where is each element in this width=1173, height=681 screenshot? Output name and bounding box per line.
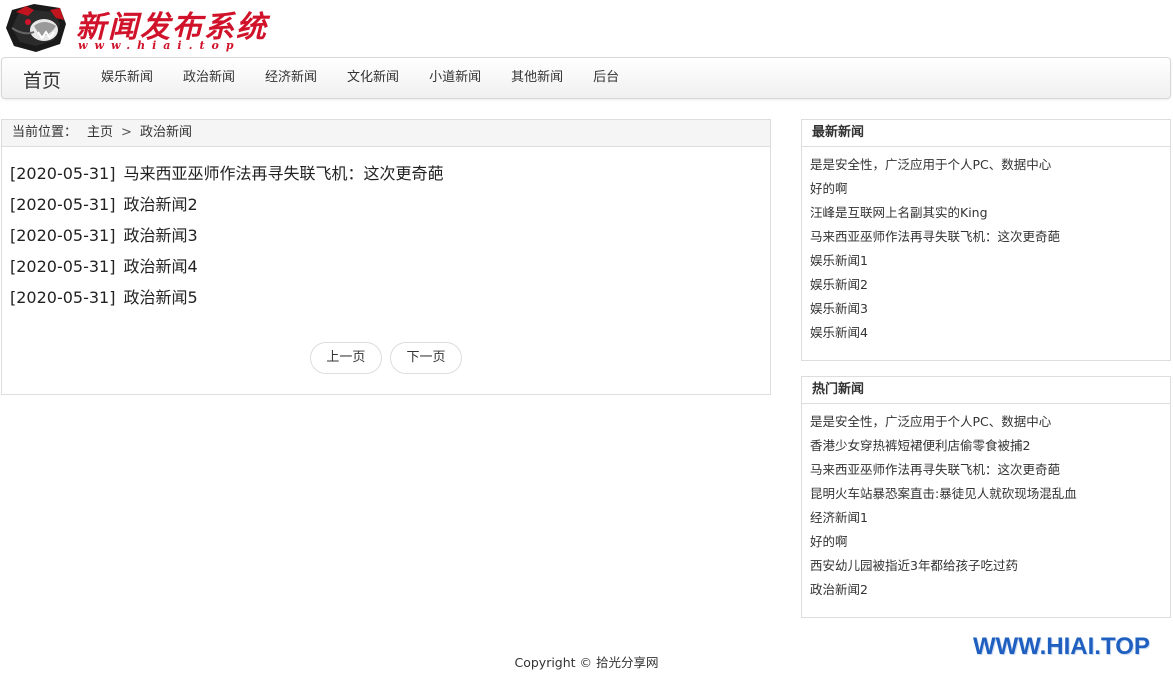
nav-item-culture[interactable]: 文化新闻 bbox=[332, 58, 414, 98]
latest-news-link[interactable]: 娱乐新闻1 bbox=[810, 249, 1170, 273]
nav-home-link[interactable]: 首页 bbox=[23, 66, 61, 93]
breadcrumb-prefix: 当前位置： bbox=[12, 125, 78, 140]
breadcrumb-home-link[interactable]: 主页 bbox=[87, 125, 113, 140]
hot-news-link[interactable]: 马来西亚巫师作法再寻失联飞机：这次更奇葩 bbox=[810, 458, 1170, 482]
latest-news-link[interactable]: 娱乐新闻4 bbox=[810, 321, 1170, 345]
news-date: [2020-05-31] bbox=[10, 195, 116, 214]
site-url: www.hiai.top bbox=[78, 39, 241, 52]
news-date: [2020-05-31] bbox=[10, 288, 116, 307]
latest-news-link[interactable]: 好的啊 bbox=[810, 177, 1170, 201]
news-item[interactable]: [2020-05-31] 政治新闻3 bbox=[10, 220, 770, 251]
prev-page-button[interactable]: 上一页 bbox=[309, 342, 382, 374]
latest-news-link[interactable]: 是是安全性，广泛应用于个人PC、数据中心 bbox=[810, 153, 1170, 177]
hot-news-list: 是是安全性，广泛应用于个人PC、数据中心 香港少女穿热裤短裙便利店偷零食被捕2 … bbox=[802, 404, 1170, 602]
news-item[interactable]: [2020-05-31] 政治新闻4 bbox=[10, 251, 770, 282]
hot-news-link[interactable]: 政治新闻2 bbox=[810, 578, 1170, 602]
nav-item-politics[interactable]: 政治新闻 bbox=[168, 58, 250, 98]
news-item[interactable]: [2020-05-31] 政治新闻2 bbox=[10, 189, 770, 220]
news-date: [2020-05-31] bbox=[10, 257, 116, 276]
news-date: [2020-05-31] bbox=[10, 164, 116, 183]
news-title-link[interactable]: 政治新闻2 bbox=[123, 195, 197, 214]
next-page-button[interactable]: 下一页 bbox=[390, 342, 463, 374]
breadcrumb-separator: > bbox=[121, 125, 132, 140]
hot-news-link[interactable]: 好的啊 bbox=[810, 530, 1170, 554]
nav-item-economy[interactable]: 经济新闻 bbox=[250, 58, 332, 98]
news-date: [2020-05-31] bbox=[10, 226, 116, 245]
nav-item-other[interactable]: 其他新闻 bbox=[496, 58, 578, 98]
breadcrumb: 当前位置： 主页 > 政治新闻 bbox=[2, 120, 770, 147]
nav-item-gossip[interactable]: 小道新闻 bbox=[414, 58, 496, 98]
hot-news-link[interactable]: 经济新闻1 bbox=[810, 506, 1170, 530]
panther-head-logo-icon[interactable] bbox=[4, 2, 68, 54]
news-item[interactable]: [2020-05-31] 政治新闻5 bbox=[10, 282, 770, 313]
nav-item-admin[interactable]: 后台 bbox=[578, 58, 634, 98]
main-navbar: 首页 娱乐新闻 政治新闻 经济新闻 文化新闻 小道新闻 其他新闻 后台 bbox=[1, 57, 1171, 99]
nav-menu: 娱乐新闻 政治新闻 经济新闻 文化新闻 小道新闻 其他新闻 后台 bbox=[86, 58, 634, 98]
news-list-panel: 当前位置： 主页 > 政治新闻 [2020-05-31] 马来西亚巫师作法再寻失联飞机：… bbox=[1, 119, 771, 395]
hot-news-link[interactable]: 昆明火车站暴恐案直击:暴徒见人就砍现场混乱血 bbox=[810, 482, 1170, 506]
hot-news-heading: 热门新闻 bbox=[802, 377, 1170, 404]
latest-news-link[interactable]: 娱乐新闻3 bbox=[810, 297, 1170, 321]
news-item[interactable]: [2020-05-31] 马来西亚巫师作法再寻失联飞机：这次更奇葩 bbox=[10, 158, 770, 189]
hot-news-link[interactable]: 香港少女穿热裤短裙便利店偷零食被捕2 bbox=[810, 434, 1170, 458]
site-header: 新闻发布系统 www.hiai.top bbox=[0, 0, 1173, 56]
latest-news-panel: 最新新闻 是是安全性，广泛应用于个人PC、数据中心 好的啊 汪峰是互联网上名副其… bbox=[801, 119, 1171, 361]
news-title-link[interactable]: 政治新闻5 bbox=[123, 288, 197, 307]
hot-news-link[interactable]: 是是安全性，广泛应用于个人PC、数据中心 bbox=[810, 410, 1170, 434]
latest-news-heading: 最新新闻 bbox=[802, 120, 1170, 147]
news-title-link[interactable]: 马来西亚巫师作法再寻失联飞机：这次更奇葩 bbox=[123, 164, 443, 183]
site-watermark: WWW.HIAI.TOP bbox=[973, 633, 1150, 660]
pagination: 上一页 下一页 bbox=[2, 342, 770, 374]
latest-news-link[interactable]: 汪峰是互联网上名副其实的King bbox=[810, 201, 1170, 225]
news-title-link[interactable]: 政治新闻3 bbox=[123, 226, 197, 245]
nav-item-entertainment[interactable]: 娱乐新闻 bbox=[86, 58, 168, 98]
news-list: [2020-05-31] 马来西亚巫师作法再寻失联飞机：这次更奇葩 [2020-0… bbox=[2, 147, 770, 313]
hot-news-panel: 热门新闻 是是安全性，广泛应用于个人PC、数据中心 香港少女穿热裤短裙便利店偷零… bbox=[801, 376, 1171, 618]
hot-news-link[interactable]: 西安幼儿园被指近3年都给孩子吃过药 bbox=[810, 554, 1170, 578]
latest-news-link[interactable]: 娱乐新闻2 bbox=[810, 273, 1170, 297]
breadcrumb-current: 政治新闻 bbox=[139, 125, 192, 140]
latest-news-link[interactable]: 马来西亚巫师作法再寻失联飞机：这次更奇葩 bbox=[810, 225, 1170, 249]
latest-news-list: 是是安全性，广泛应用于个人PC、数据中心 好的啊 汪峰是互联网上名副其实的Kin… bbox=[802, 147, 1170, 345]
news-title-link[interactable]: 政治新闻4 bbox=[123, 257, 197, 276]
